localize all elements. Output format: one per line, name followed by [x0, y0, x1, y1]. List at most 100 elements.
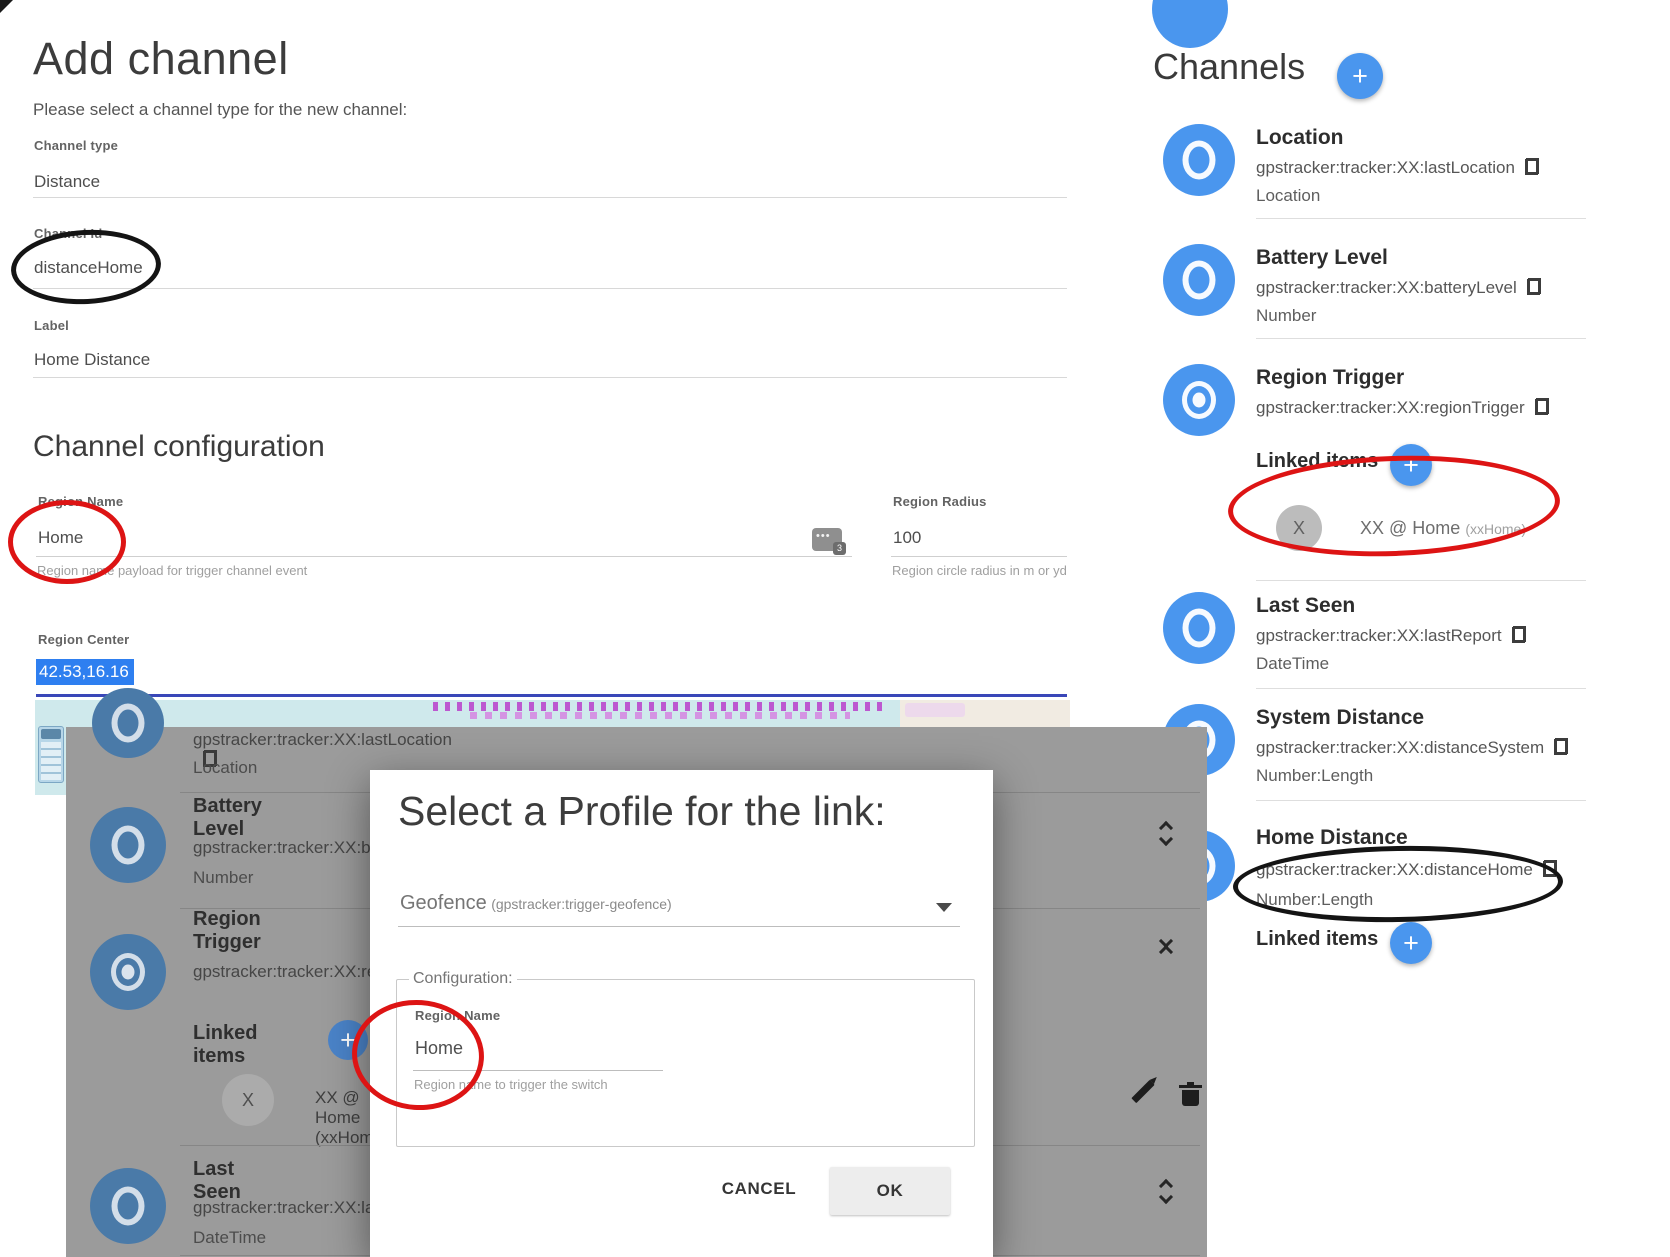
channel-type: Number:Length: [1256, 766, 1373, 786]
profile-select-uid: (gpstracker:trigger-geofence): [491, 896, 672, 912]
screenshot-corner-artifact: [0, 0, 13, 13]
label-field-input[interactable]: Home Distance: [34, 350, 150, 370]
annotation-ellipse-home-distance: [1232, 843, 1563, 925]
linked-items-heading: Linked items: [1256, 928, 1378, 951]
channel-uid: gpstracker:tracker:XX:distanceHome: [1256, 860, 1557, 880]
copy-icon[interactable]: [1543, 860, 1557, 877]
channel-type-label: Channel type: [34, 138, 118, 153]
channel-divider: [1256, 338, 1586, 339]
profile-select-underline: [398, 926, 960, 927]
underlay-linked-items-heading: Linked items: [193, 1022, 257, 1068]
channel-type: Number: [1256, 306, 1316, 326]
underlay-lastseen-channel-icon: [90, 1168, 166, 1244]
channel-title: Last Seen: [1256, 594, 1355, 618]
region-name-input[interactable]: Home: [38, 528, 83, 548]
region-name-underline: [36, 556, 852, 557]
channel-id-label: Channel Id: [34, 226, 102, 241]
pixel-noise-blob: [905, 703, 965, 717]
linked-item-name: XX @ Home: [1360, 518, 1460, 538]
channel-divider: [1256, 800, 1586, 801]
copy-icon[interactable]: [1535, 398, 1549, 415]
underlay-linked-item-avatar: X: [222, 1074, 274, 1126]
calculator-thumbnail-artifact: [38, 726, 64, 783]
scroll-fab-partial[interactable]: [1152, 0, 1228, 48]
dialog-region-name-underline: [413, 1070, 663, 1071]
region-name-label: Region Name: [38, 494, 123, 509]
input-helper-badge: 3: [833, 542, 846, 555]
region-radius-input[interactable]: 100: [893, 528, 921, 548]
add-link-button[interactable]: +: [1390, 922, 1432, 964]
channel-uid-text: gpstracker:tracker:XX:distanceHome: [1256, 860, 1533, 879]
channel-divider: [1256, 218, 1586, 219]
channel-title: Region Trigger: [1256, 366, 1404, 390]
channel-uid-text: gpstracker:tracker:XX:distanceSystem: [1256, 738, 1544, 757]
underlay-trigger-channel-icon: [90, 934, 166, 1010]
underlay-location-type: Location: [193, 758, 257, 778]
ok-button[interactable]: OK: [830, 1167, 950, 1215]
chevron-up: [1159, 945, 1173, 959]
label-field-underline: [33, 377, 1067, 378]
region-center-selected-text: 42.53,16.16: [36, 659, 134, 685]
channel-type-underline: [33, 197, 1067, 198]
channel-uid: gpstracker:tracker:XX:batteryLevel: [1256, 278, 1541, 298]
channel-type-value[interactable]: Distance: [34, 172, 100, 192]
input-helper-icon[interactable]: ••• 3: [812, 528, 842, 551]
pixel-noise-artifact: [433, 702, 883, 711]
dropdown-caret-icon[interactable]: [936, 903, 952, 912]
underlay-battery-title: Battery Level: [193, 795, 262, 841]
unfold-less-icon[interactable]: [1158, 935, 1174, 958]
channel-divider: [1256, 580, 1586, 581]
region-radius-underline: [891, 556, 1067, 557]
channel-title: Location: [1256, 126, 1344, 150]
underlay-add-link-button[interactable]: +: [328, 1020, 368, 1060]
chevron-down: [1159, 832, 1173, 846]
profile-select[interactable]: Geofence (gpstracker:trigger-geofence): [400, 892, 672, 915]
channel-state-icon: [1163, 244, 1235, 316]
copy-icon[interactable]: [1512, 626, 1526, 643]
underlay-battery-type: Number: [193, 868, 253, 888]
add-channel-button[interactable]: +: [1337, 53, 1383, 99]
dialog-region-name-helper: Region name to trigger the switch: [414, 1077, 608, 1092]
channel-divider: [1256, 688, 1586, 689]
copy-icon[interactable]: [1525, 158, 1539, 175]
underlay-lastseen-type: DateTime: [193, 1228, 266, 1248]
underlay-battery-channel-icon: [90, 807, 166, 883]
channel-state-icon: [1163, 124, 1235, 196]
label-field-label: Label: [34, 318, 69, 333]
profile-dialog: Select a Profile for the link: Geofence …: [370, 770, 993, 1257]
copy-icon[interactable]: [1554, 738, 1568, 755]
channel-uid-text: gpstracker:tracker:XX:lastReport: [1256, 626, 1502, 645]
underlay-trigger-title: Region Trigger: [193, 908, 261, 954]
channel-type: Location: [1256, 186, 1320, 206]
channel-trigger-icon: [1163, 364, 1235, 436]
cancel-button[interactable]: CANCEL: [718, 1175, 800, 1203]
channel-title: Home Distance: [1256, 826, 1408, 850]
linked-item-label[interactable]: XX @ Home (xxHome): [1360, 518, 1526, 539]
channel-uid-text: gpstracker:tracker:XX:batteryLevel: [1256, 278, 1517, 297]
region-radius-label: Region Radius: [893, 494, 987, 509]
configuration-fieldset: Configuration: Region Name Home Region n…: [396, 970, 975, 1147]
region-radius-helper: Region circle radius in m or yd: [892, 563, 1067, 578]
unfold-more-icon[interactable]: [1158, 1180, 1174, 1203]
channels-heading: Channels: [1153, 46, 1305, 88]
channel-state-icon: [1163, 592, 1235, 664]
unfold-more-icon[interactable]: [1158, 822, 1174, 845]
add-link-button[interactable]: +: [1390, 444, 1432, 486]
dialog-region-name-input[interactable]: Home: [415, 1038, 463, 1059]
dialog-region-name-label: Region Name: [415, 1008, 500, 1023]
channel-uid-text: gpstracker:tracker:XX:lastLocation: [1256, 158, 1515, 177]
delete-icon[interactable]: [1182, 1090, 1199, 1106]
pixel-noise-artifact-2: [470, 712, 850, 719]
channel-id-input[interactable]: distanceHome: [34, 258, 143, 278]
linked-items-heading: Linked items: [1256, 450, 1378, 473]
region-center-label: Region Center: [38, 632, 129, 647]
dialog-title: Select a Profile for the link:: [398, 788, 886, 835]
region-center-input[interactable]: 42.53,16.16: [36, 662, 134, 682]
configuration-legend: Configuration:: [409, 970, 517, 988]
channel-title: Battery Level: [1256, 246, 1388, 270]
region-center-focus-underline: [36, 694, 1067, 697]
linked-item-avatar: X: [1276, 505, 1322, 551]
underlay-location-channel-icon: [92, 688, 164, 758]
channel-title: System Distance: [1256, 706, 1424, 730]
copy-icon[interactable]: [1527, 278, 1541, 295]
